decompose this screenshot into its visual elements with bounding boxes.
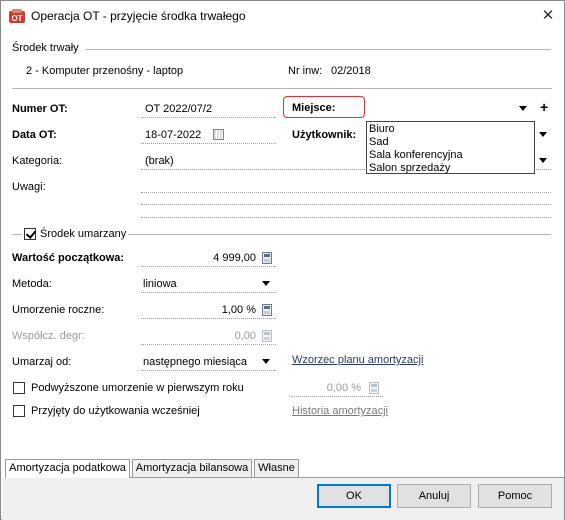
wartosc-underline — [141, 266, 276, 267]
data-ot-underline — [141, 143, 276, 144]
metoda-select[interactable]: liniowa — [143, 278, 177, 290]
umarzaj-od-label: Umarzaj od: — [12, 356, 72, 368]
metoda-chevron-down-icon[interactable] — [262, 281, 270, 286]
kategoria-label: Kategoria: — [12, 155, 63, 167]
umarzaj-chevron-down-icon[interactable] — [262, 359, 270, 364]
metoda-underline — [141, 292, 276, 293]
anuluj-button[interactable]: Anuluj — [397, 484, 471, 508]
srodek-umarzany-label: Środek umarzany — [40, 228, 127, 240]
dropdown-item[interactable]: Sad — [369, 136, 389, 148]
umorzenie-roczne-label: Umorzenie roczne: — [12, 304, 105, 316]
asset-section-label: Środek trwały — [12, 42, 79, 54]
dropdown-item[interactable]: Sala konferencyjna — [369, 149, 463, 161]
dropdown-item[interactable]: Salon sprzedaży — [369, 162, 450, 174]
wartosc-poczatkowa-label: Wartość początkowa: — [12, 252, 125, 264]
pomoc-button[interactable]: Pomoc — [478, 484, 552, 508]
przyjety-label: Przyjęty do użytkowania wcześniej — [31, 405, 200, 417]
wartosc-poczatkowa-input[interactable]: 4 999,00 — [208, 252, 256, 264]
historia-amortyzacji-link[interactable]: Historia amortyzacji — [292, 405, 388, 417]
data-ot-label: Data OT: — [12, 129, 57, 141]
srodek-umarzany-checkbox[interactable] — [24, 228, 36, 240]
uzytkownik-label: Użytkownik: — [292, 129, 357, 141]
depreciation-divider — [128, 234, 551, 235]
ok-button[interactable]: OK — [317, 484, 391, 508]
svg-text:OT: OT — [11, 14, 22, 23]
umarzaj-underline — [141, 370, 276, 371]
wspolczynnik-degr-label: Współcz. degr: — [12, 330, 85, 342]
miejsce-dropdown-list: Biuro Sad Sala konferencyjna Salon sprze… — [366, 121, 535, 174]
asset-section-divider — [85, 49, 551, 50]
title-bar: OT Operacja OT - przyjęcie środka trwałe… — [1, 1, 564, 31]
wspolczynnik-calculator-icon — [262, 330, 272, 342]
umorzenie-calculator-icon[interactable] — [262, 304, 272, 316]
podwyzszone-underline — [291, 396, 383, 397]
metoda-label: Metoda: — [12, 278, 52, 290]
wspolczynnik-underline — [141, 344, 276, 345]
wspolczynnik-degr-input: 0,00 — [234, 330, 256, 342]
numer-ot-underline — [141, 117, 276, 118]
calendar-icon[interactable] — [213, 129, 224, 140]
wzorzec-planu-link[interactable]: Wzorzec planu amortyzacji — [292, 354, 423, 366]
uwagi-line-2[interactable] — [141, 204, 551, 205]
uwagi-line-3[interactable] — [141, 217, 551, 218]
wartosc-calculator-icon[interactable] — [262, 252, 272, 264]
inventory-number-value: 02/2018 — [331, 65, 371, 77]
window-title: Operacja OT - przyjęcie środka trwałego — [31, 9, 246, 23]
tab-wlasne[interactable]: Własne — [254, 459, 299, 478]
add-miejsce-plus-icon[interactable]: + — [540, 100, 548, 114]
asset-bottom-divider — [12, 88, 552, 89]
podwyzszone-calculator-icon — [369, 382, 379, 394]
close-button[interactable]: ✕ — [535, 4, 561, 28]
close-icon: ✕ — [541, 7, 555, 24]
uzytkownik-chevron-down-icon[interactable] — [539, 132, 547, 137]
inventory-number-label: Nr inw: — [288, 65, 323, 77]
podwyzszone-input: 0,00 % — [326, 382, 361, 394]
asset-name: 2 - Komputer przenośny - laptop — [26, 65, 184, 77]
tab-amortyzacja-bilansowa[interactable]: Amortyzacja bilansowa — [132, 459, 252, 478]
uwagi-label: Uwagi: — [12, 181, 46, 193]
numer-ot-input[interactable]: OT 2022/07/2 — [145, 103, 212, 115]
podwyzszone-checkbox[interactable] — [13, 382, 25, 394]
asset-app-icon: OT — [9, 9, 25, 23]
miejsce-label: Miejsce: — [292, 102, 336, 114]
umarzaj-od-select[interactable]: następnego miesiąca — [143, 356, 247, 368]
dialog-window: OT Operacja OT - przyjęcie środka trwałe… — [0, 0, 565, 520]
numer-ot-label: Numer OT: — [12, 103, 68, 115]
kategoria-select[interactable]: (brak) — [145, 155, 174, 167]
umorzenie-underline — [141, 318, 276, 319]
uwagi-line-1[interactable] — [141, 192, 551, 193]
miejsce-chevron-down-icon[interactable] — [519, 106, 527, 111]
tab-amortyzacja-podatkowa[interactable]: Amortyzacja podatkowa — [5, 459, 130, 479]
przyjety-checkbox[interactable] — [13, 405, 25, 417]
depreciation-divider-left — [12, 234, 22, 235]
podwyzszone-label: Podwyższone umorzenie w pierwszym roku — [31, 382, 244, 394]
data-ot-input[interactable]: 18-07-2022 — [145, 129, 201, 141]
kategoria-chevron-down-icon[interactable] — [539, 158, 547, 163]
dropdown-item[interactable]: Biuro — [369, 123, 395, 135]
umorzenie-roczne-input[interactable]: 1,00 % — [206, 304, 256, 316]
